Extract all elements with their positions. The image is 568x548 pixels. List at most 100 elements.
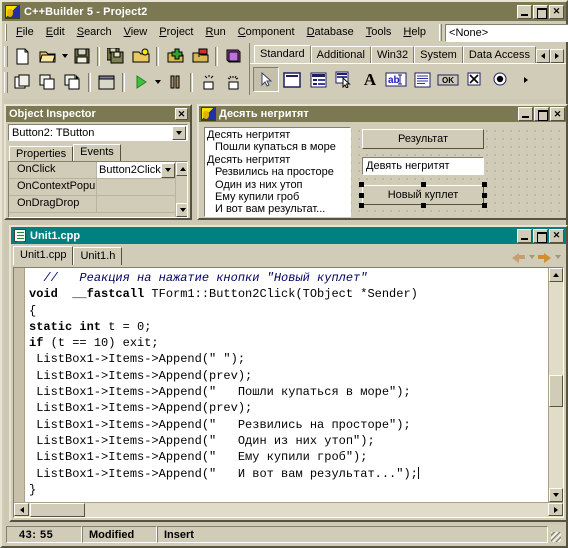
selection-handle-sw[interactable] bbox=[359, 203, 364, 208]
trace-into-icon[interactable] bbox=[197, 71, 220, 93]
memo-icon[interactable] bbox=[409, 67, 435, 92]
hscroll-thumb[interactable] bbox=[30, 503, 85, 517]
selection-handle-n[interactable] bbox=[420, 182, 426, 187]
event-row-onclick[interactable]: OnClick Button2Click bbox=[9, 162, 175, 179]
palette-tab-standard[interactable]: Standard bbox=[254, 45, 311, 63]
tab-properties[interactable]: Properties bbox=[9, 146, 74, 161]
arrow-right-icon[interactable] bbox=[550, 49, 564, 63]
resize-grip-icon[interactable] bbox=[548, 529, 562, 543]
scroll-left-icon[interactable] bbox=[14, 503, 29, 516]
event-row-oncontextpopup[interactable]: OnContextPopu bbox=[9, 179, 175, 196]
more-icon[interactable] bbox=[513, 67, 539, 92]
form-maximize-button[interactable] bbox=[534, 107, 549, 121]
minimize-button[interactable] bbox=[517, 4, 532, 19]
close-icon[interactable]: ✕ bbox=[175, 108, 188, 120]
select-unit-icon[interactable] bbox=[36, 71, 59, 93]
chevron-down-icon[interactable] bbox=[160, 162, 175, 178]
selection-handle-se[interactable] bbox=[482, 203, 487, 208]
scroll-right-icon[interactable] bbox=[548, 503, 563, 516]
arrow-left-icon[interactable] bbox=[536, 49, 550, 63]
run-dropdown-caret[interactable] bbox=[153, 72, 162, 92]
editor-maximize-button[interactable] bbox=[533, 228, 548, 243]
menu-tools[interactable]: Tools bbox=[360, 24, 398, 41]
form-minimize-button[interactable] bbox=[518, 107, 533, 121]
selection-handle-e[interactable] bbox=[482, 192, 487, 198]
menu-component[interactable]: Component bbox=[232, 24, 301, 41]
new-verse-button[interactable]: Новый куплет bbox=[362, 185, 484, 205]
result-button[interactable]: Результат bbox=[362, 129, 484, 149]
palette-tab-data-access[interactable]: Data Access bbox=[462, 46, 536, 63]
combo-gripper[interactable] bbox=[439, 24, 443, 41]
radiobutton-icon[interactable] bbox=[487, 67, 513, 92]
new-file-icon[interactable] bbox=[11, 45, 34, 67]
editor-minimize-button[interactable] bbox=[517, 228, 532, 243]
editor-horizontal-scrollbar[interactable] bbox=[14, 502, 563, 517]
remove-from-project-icon[interactable] bbox=[188, 45, 211, 67]
editor-gutter[interactable] bbox=[14, 268, 25, 502]
select-form-icon[interactable] bbox=[61, 71, 84, 93]
form-canvas[interactable]: Десять негритят Пошли купаться в море Де… bbox=[201, 125, 564, 217]
palette-tab-system[interactable]: System bbox=[414, 46, 463, 63]
vscroll-track[interactable] bbox=[549, 282, 563, 488]
close-button[interactable]: ✕ bbox=[549, 4, 564, 19]
save-all-icon[interactable] bbox=[104, 45, 127, 67]
event-value-cell[interactable] bbox=[97, 196, 175, 212]
menu-search[interactable]: Search bbox=[71, 24, 118, 41]
palette-tab-win32[interactable]: Win32 bbox=[370, 46, 415, 63]
editor-close-button[interactable]: ✕ bbox=[549, 228, 564, 243]
tab-unit1-cpp[interactable]: Unit1.cpp bbox=[13, 246, 74, 265]
add-to-project-icon[interactable] bbox=[163, 45, 186, 67]
palette-tab-additional[interactable]: Additional bbox=[310, 46, 371, 63]
open-file-icon[interactable] bbox=[36, 45, 59, 67]
maximize-button[interactable] bbox=[533, 4, 548, 19]
form-close-button[interactable]: ✕ bbox=[550, 107, 565, 121]
menu-project[interactable]: Project bbox=[153, 24, 199, 41]
menu-database[interactable]: Database bbox=[301, 24, 360, 41]
event-row-ondragdrop[interactable]: OnDragDrop bbox=[9, 196, 175, 213]
menu-view[interactable]: View bbox=[118, 24, 154, 41]
button-icon[interactable]: OK bbox=[435, 67, 461, 92]
menu-file[interactable]: File bbox=[10, 24, 40, 41]
scroll-down-icon[interactable] bbox=[549, 488, 563, 502]
edit-control[interactable]: Девять негритят bbox=[362, 157, 484, 175]
scroll-down-icon[interactable] bbox=[175, 203, 187, 217]
main-menu-icon[interactable] bbox=[305, 67, 331, 92]
back-history-caret-icon[interactable] bbox=[527, 250, 536, 263]
checkbox-icon[interactable] bbox=[461, 67, 487, 92]
toggle-form-unit-icon[interactable] bbox=[11, 71, 34, 93]
menu-edit[interactable]: Edit bbox=[40, 24, 71, 41]
toolbar2-gripper[interactable] bbox=[4, 71, 8, 93]
hscroll-track[interactable] bbox=[85, 503, 548, 517]
object-inspector-scrollbar[interactable] bbox=[174, 162, 187, 217]
selection-handle-ne[interactable] bbox=[482, 182, 487, 187]
arrow-forward-icon[interactable] bbox=[537, 250, 552, 263]
menu-help[interactable]: Help bbox=[397, 24, 432, 41]
vscroll-thumb[interactable] bbox=[549, 374, 563, 407]
toolbar1-gripper[interactable] bbox=[4, 45, 8, 67]
pointer-icon[interactable] bbox=[253, 67, 279, 92]
run-icon[interactable] bbox=[129, 71, 152, 93]
pause-icon[interactable] bbox=[163, 71, 186, 93]
selection-handle-s[interactable] bbox=[420, 203, 426, 208]
editor-vertical-scrollbar[interactable] bbox=[548, 268, 563, 502]
edit-icon[interactable]: ab bbox=[383, 67, 409, 92]
save-icon[interactable] bbox=[70, 45, 93, 67]
editor-code-area[interactable]: // Реакция на нажатие кнопки "Новый купл… bbox=[25, 268, 548, 502]
chevron-down-icon[interactable] bbox=[172, 125, 186, 140]
open-project-icon[interactable] bbox=[129, 45, 152, 67]
selection-handle-w[interactable] bbox=[359, 192, 364, 198]
project-combo[interactable]: <None> bbox=[445, 23, 568, 42]
tab-events[interactable]: Events bbox=[73, 144, 121, 161]
open-dropdown-caret[interactable] bbox=[60, 46, 69, 66]
menubar-gripper[interactable] bbox=[5, 24, 7, 41]
new-form-icon[interactable] bbox=[95, 71, 118, 93]
frames-icon[interactable] bbox=[279, 67, 305, 92]
scroll-up-icon[interactable] bbox=[175, 162, 187, 176]
event-value-cell[interactable]: Button2Click bbox=[97, 162, 175, 178]
popup-menu-icon[interactable] bbox=[331, 67, 357, 92]
label-icon[interactable]: A bbox=[357, 67, 383, 92]
listbox-control[interactable]: Десять негритят Пошли купаться в море Де… bbox=[204, 127, 351, 217]
help-icon[interactable] bbox=[222, 45, 245, 67]
scroll-up-icon[interactable] bbox=[549, 268, 563, 282]
step-over-icon[interactable] bbox=[222, 71, 245, 93]
